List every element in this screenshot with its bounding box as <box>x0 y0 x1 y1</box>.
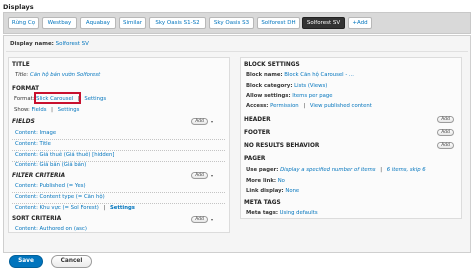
link-display-row: Link display: None <box>246 188 299 194</box>
tab-solforest-sv[interactable]: Solforest SV <box>302 17 345 29</box>
fields-add-label: Add <box>195 119 204 124</box>
block-name-label: Block name: <box>246 72 283 78</box>
title-row: Title: Căn hộ bán vườn Solforest <box>15 72 100 78</box>
block-settings-heading: BLOCK SETTINGS <box>244 62 300 68</box>
sort-add-label: Add <box>195 217 204 222</box>
block-name-row: Block name: Block Căn hộ Carousel - ... <box>246 72 354 78</box>
show-separator: | <box>51 107 53 113</box>
access-permission-link[interactable]: Permission <box>270 103 299 109</box>
meta-tags-label: Meta tags: <box>246 210 278 216</box>
save-button[interactable]: Save <box>9 255 43 268</box>
filter-separator: | <box>103 205 106 211</box>
use-pager-label: Use pager: <box>246 167 279 173</box>
no-results-section-heading: NO RESULTS BEHAVIOR <box>244 143 320 149</box>
tab-solforest-dh[interactable]: Solforest DH <box>257 17 300 29</box>
header-section-heading: HEADER <box>244 117 271 123</box>
filter-link[interactable]: Content: Published (= Yes) <box>15 183 86 189</box>
meta-tags-link[interactable]: Using defaults <box>280 210 318 216</box>
field-link[interactable]: Content: Title <box>15 141 51 147</box>
field-item: Content: Giá thuê (Giá thuê) [hidden] <box>15 152 114 158</box>
sort-item: Content: Authored on (asc) <box>15 226 87 232</box>
filter-add-label: Add <box>195 173 204 178</box>
more-link-row: More link: No <box>246 178 285 184</box>
tab-sky-oasis-s3[interactable]: Sky Oasis S3 <box>209 17 254 29</box>
fields-section-heading: FIELDS <box>12 119 35 125</box>
allow-settings-label: Allow settings: <box>246 93 291 99</box>
filter-item: Content: Published (= Yes) <box>15 183 86 189</box>
display-tabs: Rừng Cọ Westbay Aquabay Similar Sky Oasi… <box>3 12 471 34</box>
format-label: Format: <box>14 96 35 102</box>
more-link-value[interactable]: No <box>278 178 285 184</box>
title-section-heading: TITLE <box>12 62 30 68</box>
meta-tags-row: Meta tags: Using defaults <box>246 210 318 216</box>
block-name-link[interactable]: Block Căn hộ Carousel - ... <box>284 72 354 78</box>
header-add-button[interactable]: Add <box>437 116 454 123</box>
use-pager-link[interactable]: Display a specified number of items <box>280 167 376 173</box>
filter-item: Content: Content type (= Căn hộ) <box>15 194 105 200</box>
right-column <box>240 57 462 219</box>
fields-add-button[interactable]: Add ▾ <box>191 118 213 125</box>
field-item: Content: Giá bán (Giá bán) <box>15 162 86 168</box>
link-display-value[interactable]: None <box>285 188 299 194</box>
displays-heading: Displays <box>3 3 34 11</box>
tab-westbay[interactable]: Westbay <box>42 17 77 29</box>
filter-section-heading: FILTER CRITERIA <box>12 173 66 179</box>
field-link[interactable]: Content: Giá thuê (Giá thuê) [hidden] <box>15 152 114 158</box>
format-highlight-box <box>34 92 81 104</box>
footer-add-button[interactable]: Add <box>437 129 454 136</box>
block-category-row: Block category: Lists (Views) <box>246 83 327 89</box>
footer-section-heading: FOOTER <box>244 130 271 136</box>
tab-sky-oasis-s1-s2[interactable]: Sky Oasis S1-S2 <box>149 17 206 29</box>
tab-similar[interactable]: Similar <box>119 17 146 29</box>
allow-settings-row: Allow settings: Items per page <box>246 93 332 99</box>
filter-link[interactable]: Content: Khu vực (= Sol Forest) <box>15 205 99 211</box>
tab-aquabay[interactable]: Aquabay <box>80 17 116 29</box>
pager-options-link[interactable]: 6 items, skip 6 <box>387 167 426 173</box>
link-display-label: Link display: <box>246 188 284 194</box>
tab-rung-co[interactable]: Rừng Cọ <box>8 17 39 29</box>
use-pager-row: Use pager: Display a specified number of… <box>246 167 426 173</box>
access-row: Access: Permission | View published cont… <box>246 103 372 109</box>
block-category-label: Block category: <box>246 83 293 89</box>
filter-item: Content: Khu vực (= Sol Forest) | Settin… <box>15 205 135 211</box>
sort-section-heading: SORT CRITERIA <box>12 216 62 222</box>
allow-settings-link[interactable]: Items per page <box>292 93 332 99</box>
display-name-label: Display name: <box>10 41 54 47</box>
block-category-link[interactable]: Lists (Views) <box>294 83 327 89</box>
filter-link[interactable]: Content: Content type (= Căn hộ) <box>15 194 105 200</box>
show-label: Show: <box>14 107 30 113</box>
display-name-row: Display name: Solforest SV <box>10 41 89 47</box>
pager-section-heading: PAGER <box>244 156 266 162</box>
display-name-link[interactable]: Solforest SV <box>56 41 89 47</box>
chevron-down-icon[interactable]: ▾ <box>208 119 216 126</box>
format-settings-link[interactable]: Settings <box>84 96 106 102</box>
field-link[interactable]: Content: Image <box>15 130 56 136</box>
use-pager-separator: | <box>380 167 383 173</box>
show-link[interactable]: Fields <box>31 107 46 113</box>
field-link[interactable]: Content: Giá bán (Giá bán) <box>15 162 86 168</box>
access-extra-link[interactable]: View published content <box>310 103 372 109</box>
filter-settings-link[interactable]: Settings <box>110 205 135 211</box>
sort-add-button[interactable]: Add ▾ <box>191 216 213 223</box>
title-label: Title: <box>15 72 29 78</box>
show-row: Show: Fields | Settings <box>14 107 79 113</box>
chevron-down-icon[interactable]: ▾ <box>208 217 216 224</box>
sort-link[interactable]: Content: Authored on (asc) <box>15 226 87 232</box>
show-settings-link[interactable]: Settings <box>58 107 80 113</box>
no-results-add-button[interactable]: Add <box>437 142 454 149</box>
filter-add-button[interactable]: Add ▾ <box>191 172 213 179</box>
more-link-label: More link: <box>246 178 277 184</box>
field-item: Content: Title <box>15 141 51 147</box>
title-link[interactable]: Căn hộ bán vườn Solforest <box>30 72 100 78</box>
access-label: Access: <box>246 103 269 109</box>
field-item: Content: Image <box>15 130 56 136</box>
meta-tags-section-heading: META TAGS <box>244 200 281 206</box>
access-separator: | <box>303 103 306 109</box>
chevron-down-icon[interactable]: ▾ <box>208 173 216 180</box>
cancel-button[interactable]: Cancel <box>51 255 92 268</box>
tab-add-display[interactable]: +Add <box>348 17 372 29</box>
